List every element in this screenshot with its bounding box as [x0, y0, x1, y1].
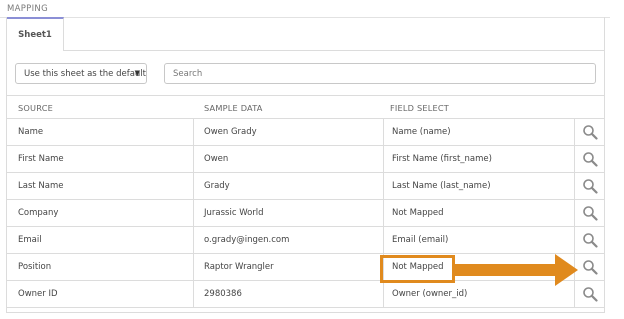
magnifier-icon [582, 152, 598, 167]
field-select-cell[interactable]: First Name (first_name) [384, 146, 575, 172]
sample-data-cell: Grady [194, 173, 384, 199]
table-row: Last Name Grady Last Name (last_name) [7, 173, 604, 200]
field-search-button[interactable] [575, 119, 604, 145]
magnifier-icon [582, 233, 598, 248]
source-cell: Company [7, 200, 194, 226]
field-search-button[interactable] [575, 200, 604, 226]
magnifier-icon [582, 260, 598, 275]
field-select-cell[interactable]: Owner (owner_id) [384, 281, 575, 307]
table-row: Name Owen Grady Name (name) [7, 119, 604, 146]
magnifier-icon [582, 206, 598, 221]
source-cell: Position [7, 254, 194, 280]
field-search-button[interactable] [575, 146, 604, 172]
source-cell: Last Name [7, 173, 194, 199]
table-row: Email o.grady@ingen.com Email (email) [7, 227, 604, 254]
search-input[interactable] [164, 63, 596, 84]
tab-bar: Sheet1 [7, 17, 604, 51]
table-row: Owner ID 2980386 Owner (owner_id) [7, 281, 604, 308]
default-sheet-select[interactable]: Use this sheet as the default ▼ [15, 63, 147, 84]
header-field-select: FIELD SELECT [390, 103, 449, 113]
source-cell: Name [7, 119, 194, 145]
sample-data-cell: Owen [194, 146, 384, 172]
field-search-button[interactable] [575, 254, 604, 280]
source-cell: First Name [7, 146, 194, 172]
header-source: SOURCE [18, 103, 54, 113]
tab-sheet1[interactable]: Sheet1 [7, 17, 64, 51]
table-row: First Name Owen First Name (first_name) [7, 146, 604, 173]
table-row: Company Jurassic World Not Mapped [7, 200, 604, 227]
field-select-cell[interactable]: Email (email) [384, 227, 575, 253]
sample-data-cell: Jurassic World [194, 200, 384, 226]
sample-data-cell: 2980386 [194, 281, 384, 307]
table-row: Position Raptor Wrangler Not Mapped [7, 254, 604, 281]
magnifier-icon [582, 179, 598, 194]
field-select-cell[interactable]: Not Mapped [384, 200, 575, 226]
table-header: SOURCE SAMPLE DATA FIELD SELECT [7, 95, 604, 119]
magnifier-icon [582, 125, 598, 140]
field-search-button[interactable] [575, 227, 604, 253]
field-select-cell[interactable]: Last Name (last_name) [384, 173, 575, 199]
section-title: MAPPING [7, 4, 48, 14]
magnifier-icon [582, 287, 598, 302]
mapping-table-body: Name Owen Grady Name (name) First Name O… [7, 119, 604, 308]
sample-data-cell: Owen Grady [194, 119, 384, 145]
sample-data-cell: Raptor Wrangler [194, 254, 384, 280]
field-select-cell[interactable]: Name (name) [384, 119, 575, 145]
sample-data-cell: o.grady@ingen.com [194, 227, 384, 253]
field-search-button[interactable] [575, 173, 604, 199]
source-cell: Owner ID [7, 281, 194, 307]
header-sample-data: SAMPLE DATA [204, 103, 263, 113]
field-select-cell[interactable]: Not Mapped [384, 254, 575, 280]
default-sheet-select-value: Use this sheet as the default [24, 68, 147, 79]
chevron-down-icon: ▼ [134, 69, 140, 77]
field-search-button[interactable] [575, 281, 604, 307]
source-cell: Email [7, 227, 194, 253]
